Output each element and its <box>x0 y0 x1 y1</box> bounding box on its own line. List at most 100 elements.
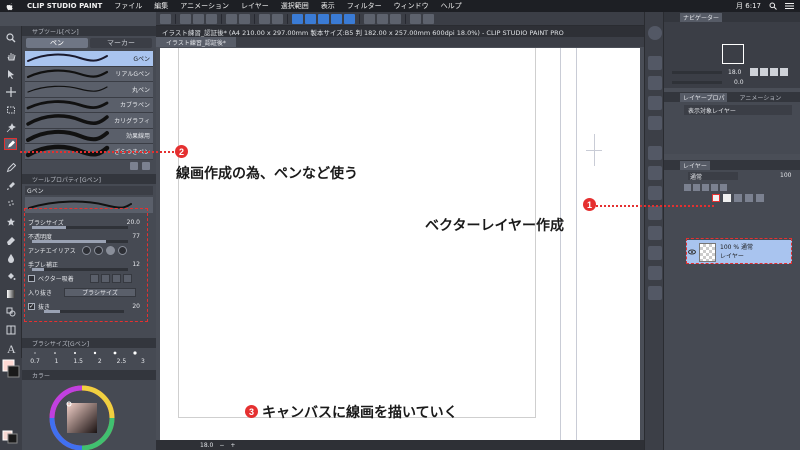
brush-item-real-g-pen[interactable]: リアルGペン <box>25 66 153 82</box>
copy-subtool-icon[interactable] <box>130 161 138 170</box>
display-target-dropdown[interactable]: 表示対象レイヤー <box>684 105 792 115</box>
lock-transparent-icon[interactable] <box>711 183 718 191</box>
decoration-icon[interactable] <box>4 216 17 228</box>
redo-icon[interactable] <box>239 13 250 24</box>
new-folder-icon[interactable] <box>734 194 742 202</box>
layer-property-icon[interactable] <box>648 116 662 130</box>
material-icon[interactable] <box>648 146 662 160</box>
auto-action-icon[interactable] <box>648 186 662 200</box>
sub-view-icon[interactable] <box>648 56 662 70</box>
menu-help[interactable]: ヘルプ <box>441 1 462 11</box>
menu-layer[interactable]: レイヤー <box>241 1 269 11</box>
clip-studio-icon[interactable] <box>160 13 171 24</box>
menu-window[interactable]: ウィンドウ <box>394 1 429 11</box>
navigator-viewport[interactable] <box>722 44 744 64</box>
main-color-swatch[interactable] <box>0 358 22 388</box>
flip-icon[interactable] <box>770 68 778 76</box>
blend-tool-icon[interactable] <box>4 252 17 264</box>
fill-icon[interactable] <box>272 13 283 24</box>
rotate-icon[interactable] <box>780 68 788 76</box>
navigator-zoom-slider[interactable] <box>672 71 722 74</box>
save-icon[interactable] <box>206 13 217 24</box>
brush-item-round-pen[interactable]: 丸ペン <box>25 82 153 98</box>
menu-view[interactable]: 表示 <box>321 1 335 11</box>
brush-item-kabura-pen[interactable]: カブラペン <box>25 97 153 113</box>
selection-tool-icon[interactable] <box>4 104 17 116</box>
lock-icon[interactable] <box>702 183 709 191</box>
move-layer-icon[interactable] <box>4 86 17 98</box>
frame-border-icon[interactable] <box>4 324 17 336</box>
zoom-tool-icon[interactable] <box>4 32 17 44</box>
snap-ruler-icon[interactable] <box>364 13 375 24</box>
zoom-in-icon[interactable]: + <box>230 442 235 449</box>
navigator-tab[interactable]: ナビゲーター <box>680 12 723 22</box>
menu-animation[interactable]: アニメーション <box>180 1 229 11</box>
apple-icon[interactable] <box>6 2 15 11</box>
tab-pen[interactable]: ペン <box>26 38 88 48</box>
auto-select-icon[interactable] <box>4 122 17 134</box>
eraser-icon[interactable] <box>4 234 17 246</box>
brush-size-option[interactable]: 2.5 <box>112 358 130 365</box>
fit-icon[interactable] <box>750 68 758 76</box>
new-vector-layer-icon[interactable] <box>723 194 731 202</box>
open-file-icon[interactable] <box>193 13 204 24</box>
mask-icon[interactable] <box>720 183 727 191</box>
menu-file[interactable]: ファイル <box>114 1 142 11</box>
menu-filter[interactable]: フィルター <box>347 1 382 11</box>
material-color-icon[interactable] <box>648 286 662 300</box>
layer-tab[interactable]: レイヤー <box>680 160 710 170</box>
shrink-selection-icon[interactable] <box>344 13 355 24</box>
deselect-icon[interactable] <box>305 13 316 24</box>
search-layer-icon[interactable] <box>648 96 662 110</box>
property-icon[interactable] <box>648 76 662 90</box>
item-bank-icon[interactable] <box>648 206 662 220</box>
animation-icon[interactable] <box>648 226 662 240</box>
material-image-icon[interactable] <box>648 246 662 260</box>
text-tool-icon[interactable]: A <box>4 342 17 354</box>
undo-icon[interactable] <box>226 13 237 24</box>
list-icon[interactable] <box>785 2 794 10</box>
zoom-value[interactable]: 18.0 <box>200 442 213 449</box>
figure-tool-icon[interactable] <box>4 306 17 318</box>
brush-size-option[interactable]: 3 <box>134 358 152 365</box>
airbrush-icon[interactable] <box>4 198 17 210</box>
material-monochrome-icon[interactable] <box>648 266 662 280</box>
operation-tool-icon[interactable] <box>4 68 17 80</box>
navigator-angle-slider[interactable] <box>672 81 722 84</box>
transform-icon[interactable] <box>292 13 303 24</box>
animation-tab[interactable]: アニメーション <box>739 93 781 102</box>
delete-layer-icon[interactable] <box>756 194 764 202</box>
menu-edit[interactable]: 編集 <box>154 1 168 11</box>
layer-property-tab[interactable]: レイヤープロパ <box>680 92 728 102</box>
brush-size-option[interactable]: 1 <box>48 358 66 365</box>
sub-color-swatch[interactable] <box>0 430 22 444</box>
actual-size-icon[interactable] <box>760 68 768 76</box>
clip-icon[interactable] <box>684 183 691 191</box>
layer-opacity[interactable]: 100 <box>780 172 791 179</box>
document-tab[interactable]: イラスト練習_認証後* <box>156 37 236 47</box>
blend-mode-dropdown[interactable]: 通常 <box>688 172 738 181</box>
pencil-tool-icon[interactable] <box>4 162 17 174</box>
fill-bucket-icon[interactable] <box>4 270 17 282</box>
expand-selection-icon[interactable] <box>331 13 342 24</box>
brush-size-option[interactable]: 0.7 <box>26 358 44 365</box>
hand-tool-icon[interactable] <box>4 50 17 62</box>
menu-selection[interactable]: 選択範囲 <box>281 1 309 11</box>
merge-down-icon[interactable] <box>745 194 753 202</box>
canvas[interactable] <box>160 48 640 440</box>
snap-grid-icon[interactable] <box>377 13 388 24</box>
brush-item-calligraphy[interactable]: カリグラフィ <box>25 113 153 129</box>
ref-layer-icon[interactable] <box>693 183 700 191</box>
history-icon[interactable] <box>648 166 662 180</box>
snap-special-icon[interactable] <box>390 13 401 24</box>
invert-selection-icon[interactable] <box>318 13 329 24</box>
clear-icon[interactable] <box>259 13 270 24</box>
new-file-icon[interactable] <box>180 13 191 24</box>
zoom-out-icon[interactable]: − <box>219 442 224 449</box>
navigator-angle[interactable]: 0.0 <box>734 79 744 86</box>
learn-icon[interactable] <box>423 13 434 24</box>
navigator-zoom[interactable]: 18.0 <box>728 69 741 76</box>
pen-tool-icon[interactable] <box>4 138 17 150</box>
brush-tool-icon[interactable] <box>4 180 17 192</box>
brush-item-effect-line[interactable]: 効果線用 <box>25 128 153 144</box>
